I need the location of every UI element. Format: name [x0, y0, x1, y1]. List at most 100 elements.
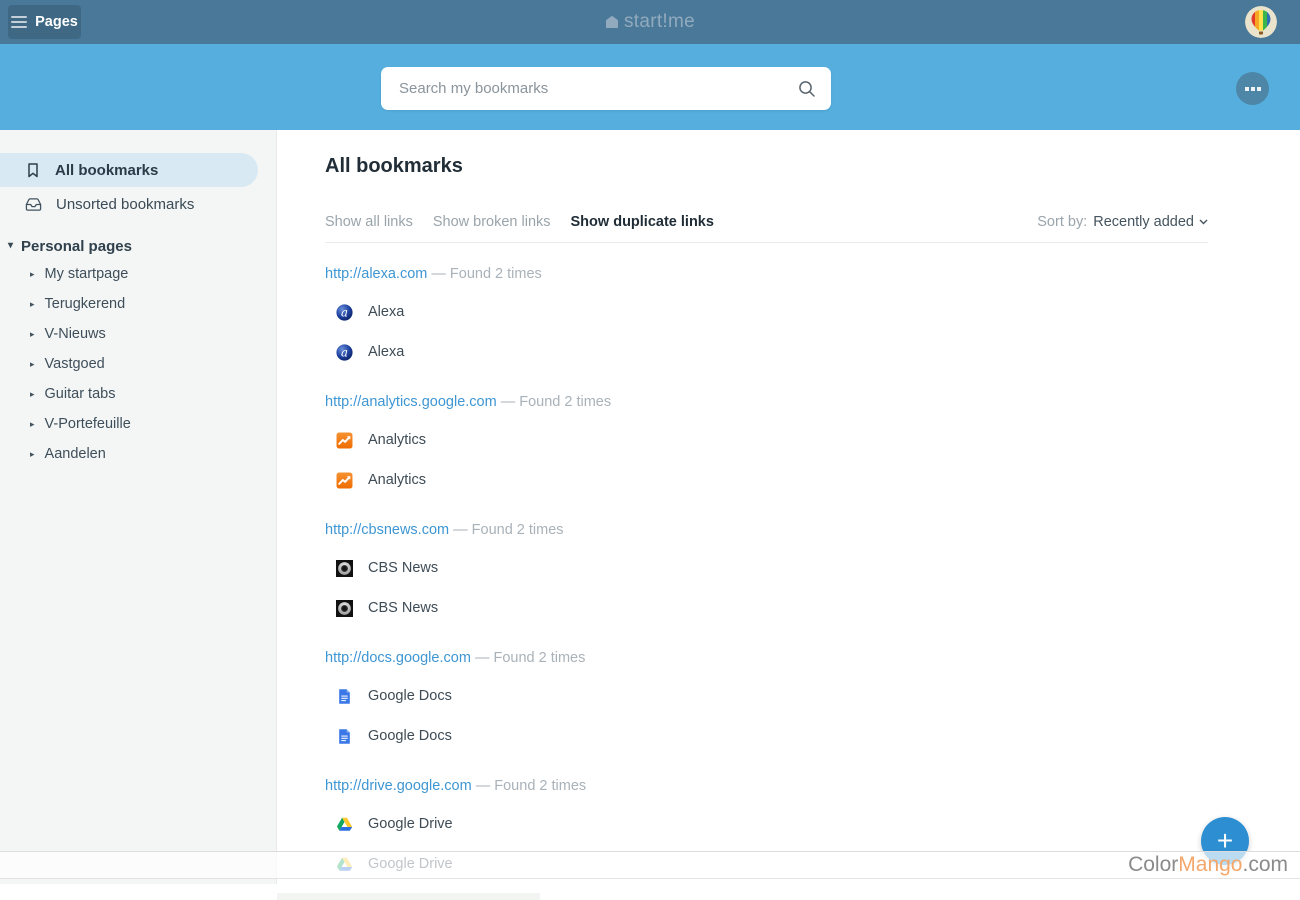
search-box	[381, 67, 831, 110]
tab-show-all-links[interactable]: Show all links	[325, 214, 413, 230]
watermark-text: Color	[1128, 853, 1178, 877]
gdocs-favicon-icon	[336, 728, 353, 745]
sidebar-page-label: My startpage	[45, 266, 129, 282]
sidebar-page-item[interactable]: ▸ Aandelen	[0, 439, 276, 469]
sidebar-page-label: Aandelen	[45, 446, 106, 462]
search-input[interactable]	[381, 80, 798, 97]
expand-arrow-icon: ▸	[30, 300, 35, 309]
sidebar-page-item[interactable]: ▸ V-Nieuws	[0, 319, 276, 349]
gdocs-favicon-icon	[336, 688, 353, 705]
sort-control: Sort by: Recently added	[1037, 214, 1208, 230]
sidebar-page-label: V-Nieuws	[45, 326, 106, 342]
bottom-strip	[277, 893, 540, 900]
sidebar-page-label: Terugkerend	[45, 296, 126, 312]
expand-arrow-icon: ▸	[30, 420, 35, 429]
bookmark-row[interactable]: Google Docs	[325, 716, 1208, 756]
sidebar-page-item[interactable]: ▸ Vastgoed	[0, 349, 276, 379]
bookmark-title: Analytics	[368, 432, 426, 448]
svg-text:a: a	[341, 345, 348, 359]
duplicate-group: http://docs.google.com — Found 2 times Go…	[325, 648, 1208, 756]
sidebar: All bookmarks Unsorted bookmarks ▾ Perso…	[0, 130, 277, 884]
sort-dropdown[interactable]: Recently added	[1093, 214, 1208, 230]
bookmark-row[interactable]: Analytics	[325, 420, 1208, 460]
group-url-link[interactable]: http://analytics.google.com	[325, 394, 497, 410]
tab-show-broken-links[interactable]: Show broken links	[433, 214, 551, 230]
search-band	[0, 44, 1300, 130]
bookmark-title: Google Drive	[368, 816, 453, 832]
bookmark-groups: http://alexa.com — Found 2 times a Alexa a A…	[325, 264, 1208, 884]
duplicate-group: http://alexa.com — Found 2 timesaAlexaaA…	[325, 264, 1208, 372]
inbox-icon	[25, 196, 42, 213]
expand-arrow-icon: ▸	[30, 360, 35, 369]
house-icon	[605, 15, 619, 29]
duplicate-group: http://cbsnews.com — Found 2 times CBS Ne…	[325, 520, 1208, 628]
bookmark-row[interactable]: Google Docs	[325, 676, 1208, 716]
found-count: — Found 2 times	[475, 650, 585, 666]
sidebar-page-label: Vastgoed	[45, 356, 105, 372]
cbs-favicon-icon	[336, 560, 353, 577]
alexa-favicon-icon: a	[336, 304, 353, 321]
sort-value: Recently added	[1093, 214, 1194, 230]
duplicate-group: http://analytics.google.com — Found 2 ti…	[325, 392, 1208, 500]
bookmark-row[interactable]: CBS News	[325, 588, 1208, 628]
analytics-favicon-icon	[336, 432, 353, 449]
group-url-link[interactable]: http://cbsnews.com	[325, 522, 449, 538]
analytics-favicon-icon	[336, 472, 353, 489]
avatar[interactable]	[1245, 6, 1277, 38]
gdrive-favicon-icon	[336, 816, 353, 833]
group-url-link[interactable]: http://drive.google.com	[325, 778, 472, 794]
sidebar-page-item[interactable]: ▸ My startpage	[0, 259, 276, 289]
expand-arrow-icon: ▸	[30, 270, 35, 279]
bookmark-row[interactable]: CBS News	[325, 548, 1208, 588]
sidebar-page-item[interactable]: ▸ V-Portefeuille	[0, 409, 276, 439]
bookmark-row[interactable]: aAlexa	[325, 292, 1208, 332]
bookmark-title: CBS News	[368, 600, 438, 616]
sort-by-label: Sort by:	[1037, 214, 1087, 230]
sidebar-page-item[interactable]: ▸ Guitar tabs	[0, 379, 276, 409]
filter-tabs: Show all links Show broken links Show du…	[325, 211, 1208, 233]
group-url-link[interactable]: http://alexa.com	[325, 266, 427, 282]
found-count: — Found 2 times	[476, 778, 586, 794]
collapse-arrow-icon: ▾	[8, 241, 13, 251]
found-count: — Found 2 times	[453, 522, 563, 538]
tab-show-duplicate-links[interactable]: Show duplicate links	[571, 214, 714, 230]
alexa-favicon-icon: a	[336, 344, 353, 361]
pages-button-label: Pages	[35, 14, 78, 30]
bookmark-title: Google Docs	[368, 688, 452, 704]
svg-text:a: a	[341, 305, 348, 319]
expand-arrow-icon: ▸	[30, 330, 35, 339]
pages-button[interactable]: Pages	[8, 5, 81, 39]
more-options-button[interactable]	[1236, 72, 1269, 105]
expand-arrow-icon: ▸	[30, 450, 35, 459]
watermark: ColorMango.com	[0, 851, 1300, 879]
main-content: All bookmarks Show all links Show broken…	[278, 130, 1300, 900]
bookmark-title: Google Docs	[368, 728, 452, 744]
bookmark-row[interactable]: a Alexa	[325, 332, 1208, 372]
section-label: Personal pages	[21, 238, 132, 255]
sidebar-item-all-bookmarks[interactable]: All bookmarks	[0, 153, 258, 187]
sidebar-section-personal-pages[interactable]: ▾ Personal pages	[0, 235, 276, 257]
sidebar-pages: ▸ My startpage ▸ Terugkerend ▸ V-Nieuws ▸ Vastg…	[0, 259, 276, 469]
chevron-down-icon	[1199, 219, 1208, 225]
menu-icon	[11, 16, 27, 28]
startme-logo[interactable]: start!me	[605, 0, 695, 44]
group-url-link[interactable]: http://docs.google.com	[325, 650, 471, 666]
bookmark-row[interactable]: Google Drive	[325, 804, 1208, 844]
page-title: All bookmarks	[325, 153, 1208, 179]
bookmark-title: Alexa	[368, 344, 404, 360]
expand-arrow-icon: ▸	[30, 390, 35, 399]
balloon-avatar-icon	[1245, 6, 1277, 38]
logo-text: start!me	[624, 11, 695, 33]
found-count: — Found 2 times	[431, 266, 541, 282]
sidebar-page-label: V-Portefeuille	[45, 416, 131, 432]
sidebar-item-unsorted-bookmarks[interactable]: Unsorted bookmarks	[0, 187, 276, 221]
bookmark-title: CBS News	[368, 560, 438, 576]
sidebar-page-item[interactable]: ▸ Terugkerend	[0, 289, 276, 319]
sidebar-page-label: Guitar tabs	[45, 386, 116, 402]
bookmark-icon	[25, 162, 41, 178]
found-count: — Found 2 times	[501, 394, 611, 410]
bookmark-row[interactable]: Analytics	[325, 460, 1208, 500]
sidebar-item-label: All bookmarks	[55, 162, 158, 179]
search-icon[interactable]	[798, 80, 816, 98]
top-bar: Pages start!me	[0, 0, 1300, 44]
